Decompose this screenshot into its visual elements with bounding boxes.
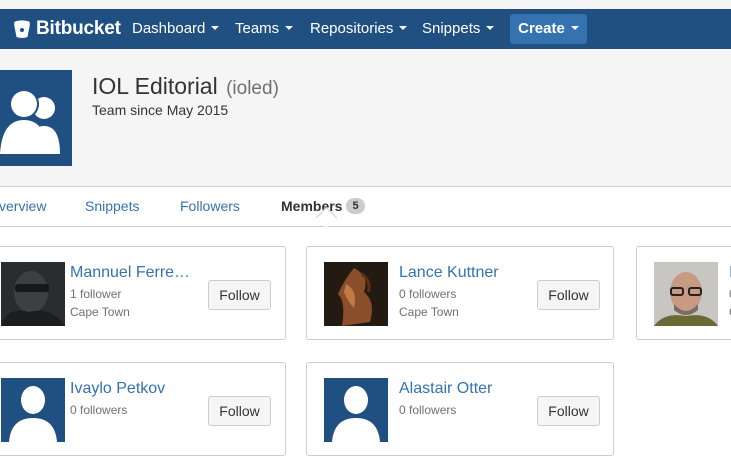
team-avatar <box>0 70 72 166</box>
follow-button[interactable]: Follow <box>537 396 600 426</box>
member-card: Lance Kuttner 0 followers Cape Town Foll… <box>306 246 614 340</box>
member-followers: 0 followers <box>399 403 457 417</box>
member-card: Alastair Otter 0 followers Follow <box>306 362 614 456</box>
member-avatar[interactable] <box>324 378 388 442</box>
top-navbar: Bitbucket Dashboard Teams Repositories S… <box>0 9 731 49</box>
nav-repositories[interactable]: Repositories <box>310 9 408 49</box>
browser-top-strip <box>0 0 731 9</box>
nav-dashboard[interactable]: Dashboard <box>132 9 220 49</box>
nav-repositories-label: Repositories <box>310 20 394 37</box>
member-followers: 1 follower <box>70 287 122 301</box>
member-location: Cape Town <box>399 305 459 319</box>
tab-members-label: Members <box>281 198 343 214</box>
create-button[interactable]: Create <box>510 14 587 44</box>
nav-dashboard-label: Dashboard <box>132 20 206 37</box>
member-name[interactable]: Alastair Otter <box>399 380 492 398</box>
team-header: IOL Editorial (ioled) Team since May 201… <box>0 49 731 186</box>
tab-overview[interactable]: verview <box>0 187 46 226</box>
member-avatar[interactable] <box>324 262 388 326</box>
bitbucket-logo[interactable]: Bitbucket <box>12 18 121 40</box>
team-name: IOL Editorial <box>92 73 218 99</box>
nav-snippets-label: Snippets <box>422 20 481 37</box>
follow-button[interactable]: Follow <box>537 280 600 310</box>
member-photo <box>654 262 718 326</box>
brand-name: Bitbucket <box>36 18 121 39</box>
follow-button[interactable]: Follow <box>208 280 271 310</box>
default-user-icon <box>332 386 380 442</box>
member-avatar[interactable] <box>1 262 65 326</box>
chevron-down-icon <box>570 26 579 31</box>
member-photo <box>324 262 388 326</box>
member-followers: 0 followers <box>70 403 128 417</box>
member-name[interactable]: Mannuel Ferre… <box>70 264 190 282</box>
default-user-icon <box>9 386 57 442</box>
nav-teams[interactable]: Teams <box>235 9 294 49</box>
bucket-icon <box>14 20 30 38</box>
follow-button[interactable]: Follow <box>208 396 271 426</box>
nav-snippets[interactable]: Snippets <box>422 9 495 49</box>
team-tabs: verview Snippets Followers Members 5 <box>0 186 731 227</box>
member-photo <box>1 262 65 326</box>
member-followers: 0 followers <box>399 287 457 301</box>
chevron-down-icon <box>399 26 408 31</box>
member-location: Cape Town <box>70 305 130 319</box>
team-icon <box>0 89 60 154</box>
tab-followers[interactable]: Followers <box>180 187 240 226</box>
member-avatar[interactable] <box>654 262 718 326</box>
member-avatar[interactable] <box>1 378 65 442</box>
page-title: IOL Editorial (ioled) <box>92 73 279 100</box>
member-name[interactable]: Lance Kuttner <box>399 264 499 282</box>
nav-teams-label: Teams <box>235 20 280 37</box>
member-card: I 0 C <box>636 246 731 340</box>
tab-snippets[interactable]: Snippets <box>85 187 139 226</box>
chevron-down-icon <box>285 26 294 31</box>
team-slug: (ioled) <box>226 78 279 99</box>
create-button-label: Create <box>518 20 565 37</box>
members-count-badge: 5 <box>346 198 365 215</box>
member-name[interactable]: Ivaylo Petkov <box>70 380 165 398</box>
chevron-down-icon <box>486 26 495 31</box>
member-card: Mannuel Ferre… 1 follower Cape Town Foll… <box>0 246 286 340</box>
chevron-down-icon <box>211 26 220 31</box>
team-since: Team since May 2015 <box>92 102 229 118</box>
member-card: Ivaylo Petkov 0 followers Follow <box>0 362 286 456</box>
